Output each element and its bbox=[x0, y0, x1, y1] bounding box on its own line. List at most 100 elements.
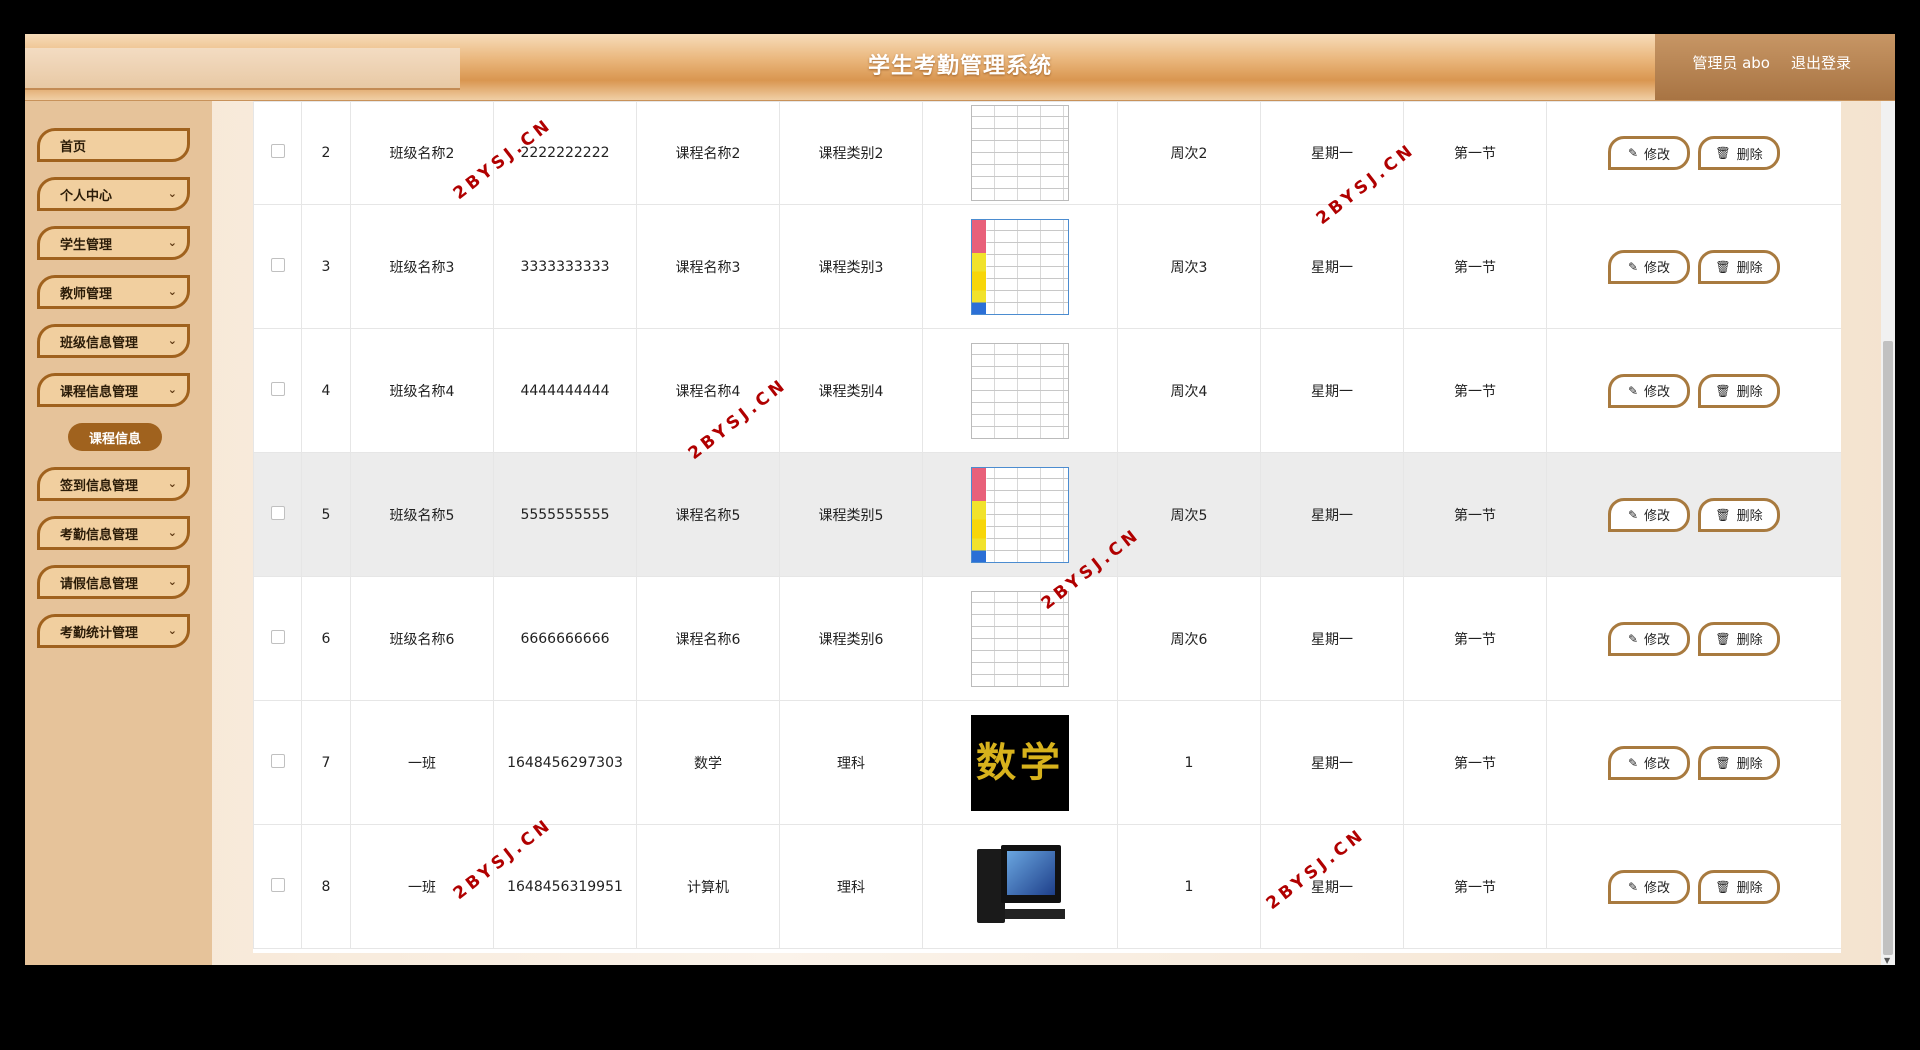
sidebar-item-label: 教师管理 bbox=[60, 286, 113, 302]
edit-button[interactable]: ✎ 修改 bbox=[1608, 745, 1690, 780]
course-image bbox=[971, 466, 1069, 563]
edit-icon: ✎ bbox=[1627, 146, 1639, 160]
chevron-down-icon: ⌄ bbox=[167, 334, 177, 347]
trash-icon: 🗑 bbox=[1715, 507, 1731, 522]
sidebar-item-attendance-info[interactable]: 考勤信息管理 ⌄ bbox=[37, 516, 190, 550]
cell-course-no: 6666666666 bbox=[493, 576, 637, 701]
sidebar-item-class-info[interactable]: 班级信息管理 ⌄ bbox=[37, 324, 190, 358]
sidebar-item-label: 首页 bbox=[60, 139, 87, 155]
row-checkbox-cell bbox=[253, 101, 302, 205]
cell-week: 周次4 bbox=[1117, 328, 1261, 453]
sidebar-item-teacher-management[interactable]: 教师管理 ⌄ bbox=[37, 275, 190, 309]
cell-section: 第一节 bbox=[1403, 204, 1547, 329]
row-checkbox-cell bbox=[253, 700, 302, 825]
delete-button[interactable]: 🗑 删除 bbox=[1698, 497, 1780, 532]
cell-section: 第一节 bbox=[1403, 824, 1547, 949]
row-checkbox[interactable] bbox=[270, 877, 285, 892]
delete-label: 删除 bbox=[1736, 633, 1763, 648]
app-title: 学生考勤管理系统 bbox=[867, 54, 1052, 79]
sidebar-item-course-info[interactable]: 课程信息管理 ⌄ bbox=[37, 373, 190, 407]
table-row: 4 班级名称4 4444444444 课程名称4 课程类别4 周次4 星期一 第一节 ✎ 修改 🗑 删… bbox=[253, 328, 1841, 453]
row-checkbox-cell bbox=[253, 576, 302, 701]
cell-index: 6 bbox=[301, 576, 351, 701]
cell-actions: ✎ 修改 🗑 删除 bbox=[1546, 452, 1841, 577]
trash-icon: 🗑 bbox=[1715, 631, 1731, 646]
sidebar-item-signin-info[interactable]: 签到信息管理 ⌄ bbox=[37, 467, 190, 501]
submenu-course-info[interactable]: 课程信息 bbox=[68, 423, 162, 451]
cell-week: 1 bbox=[1117, 700, 1261, 825]
row-checkbox[interactable] bbox=[270, 753, 285, 768]
sidebar-item-label: 个人中心 bbox=[60, 188, 113, 204]
row-checkbox[interactable] bbox=[270, 505, 285, 520]
cell-section: 第一节 bbox=[1403, 576, 1547, 701]
delete-button[interactable]: 🗑 删除 bbox=[1698, 869, 1780, 904]
cell-class-name: 班级名称3 bbox=[350, 204, 494, 329]
cell-course-name: 课程名称2 bbox=[636, 101, 780, 205]
delete-button[interactable]: 🗑 删除 bbox=[1698, 136, 1780, 170]
trash-icon: 🗑 bbox=[1715, 755, 1731, 770]
sidebar-item-student-management[interactable]: 学生管理 ⌄ bbox=[37, 226, 190, 260]
edit-icon: ✎ bbox=[1627, 879, 1639, 894]
cell-section: 第一节 bbox=[1403, 700, 1547, 825]
chevron-down-icon: ⌄ bbox=[167, 526, 177, 539]
cell-course-type: 课程类别3 bbox=[779, 204, 923, 329]
cell-week: 周次6 bbox=[1117, 576, 1261, 701]
cell-actions: ✎ 修改 🗑 删除 bbox=[1546, 328, 1841, 453]
scrollbar-thumb[interactable] bbox=[1883, 341, 1893, 955]
cell-actions: ✎ 修改 🗑 删除 bbox=[1546, 204, 1841, 329]
sidebar-item-label: 学生管理 bbox=[60, 237, 113, 253]
edit-button[interactable]: ✎ 修改 bbox=[1608, 249, 1690, 284]
row-checkbox-cell bbox=[253, 452, 302, 577]
table-row: 8 一班 1648456319951 计算机 理科 1 星期一 第一节 ✎ 修改 🗑 删除 bbox=[253, 824, 1841, 949]
edit-button[interactable]: ✎ 修改 bbox=[1608, 621, 1690, 656]
sidebar-item-label: 班级信息管理 bbox=[60, 335, 139, 351]
delete-button[interactable]: 🗑 删除 bbox=[1698, 745, 1780, 780]
row-checkbox[interactable] bbox=[270, 257, 285, 272]
delete-label: 删除 bbox=[1736, 385, 1763, 400]
sidebar-item-label: 请假信息管理 bbox=[60, 576, 139, 592]
edit-button[interactable]: ✎ 修改 bbox=[1608, 869, 1690, 904]
sidebar-item-personal-center[interactable]: 个人中心 ⌄ bbox=[37, 177, 190, 211]
cell-class-name: 班级名称5 bbox=[350, 452, 494, 577]
chevron-down-icon: ⌄ bbox=[167, 477, 177, 490]
cell-image bbox=[922, 824, 1118, 949]
cell-course-name: 课程名称6 bbox=[636, 576, 780, 701]
trash-icon: 🗑 bbox=[1715, 146, 1731, 160]
course-image bbox=[971, 105, 1069, 201]
trash-icon: 🗑 bbox=[1715, 383, 1731, 398]
scroll-down-arrow-icon[interactable]: ▼ bbox=[1884, 956, 1890, 965]
edit-icon: ✎ bbox=[1627, 383, 1639, 398]
edit-label: 修改 bbox=[1644, 147, 1671, 163]
delete-button[interactable]: 🗑 删除 bbox=[1698, 373, 1780, 408]
sidebar-item-home[interactable]: 首页 bbox=[37, 128, 190, 162]
row-checkbox[interactable] bbox=[270, 381, 285, 396]
cell-class-name: 班级名称4 bbox=[350, 328, 494, 453]
delete-label: 删除 bbox=[1736, 147, 1763, 163]
edit-button[interactable]: ✎ 修改 bbox=[1608, 136, 1690, 170]
row-checkbox[interactable] bbox=[270, 144, 285, 158]
chevron-down-icon: ⌄ bbox=[167, 575, 177, 588]
edit-button[interactable]: ✎ 修改 bbox=[1608, 373, 1690, 408]
chevron-down-icon: ⌄ bbox=[167, 285, 177, 298]
edit-label: 修改 bbox=[1644, 509, 1671, 524]
delete-label: 删除 bbox=[1736, 757, 1763, 772]
sidebar-item-leave-info[interactable]: 请假信息管理 ⌄ bbox=[37, 565, 190, 599]
cell-index: 3 bbox=[301, 204, 351, 329]
edit-button[interactable]: ✎ 修改 bbox=[1608, 497, 1690, 532]
sidebar: 首页 个人中心 ⌄ 学生管理 ⌄ 教师管理 ⌄ 班级信息管理 ⌄ 课程信息管理 ⌄ 课程信… bbox=[25, 101, 212, 965]
logout-link[interactable]: 退出登录 bbox=[1791, 52, 1851, 73]
vertical-scrollbar[interactable]: ▼ bbox=[1881, 101, 1895, 965]
cell-week: 1 bbox=[1117, 824, 1261, 949]
chevron-down-icon: ⌄ bbox=[167, 383, 177, 396]
cell-weekday: 星期一 bbox=[1260, 700, 1404, 825]
delete-button[interactable]: 🗑 删除 bbox=[1698, 249, 1780, 284]
cell-actions: ✎ 修改 🗑 删除 bbox=[1546, 576, 1841, 701]
delete-button[interactable]: 🗑 删除 bbox=[1698, 621, 1780, 656]
cell-course-name: 课程名称3 bbox=[636, 204, 780, 329]
cell-week: 周次5 bbox=[1117, 452, 1261, 577]
cell-index: 4 bbox=[301, 328, 351, 453]
sidebar-item-attendance-stats[interactable]: 考勤统计管理 ⌄ bbox=[37, 614, 190, 648]
cell-course-type: 理科 bbox=[779, 700, 923, 825]
row-checkbox[interactable] bbox=[270, 629, 285, 644]
cell-course-no: 4444444444 bbox=[493, 328, 637, 453]
